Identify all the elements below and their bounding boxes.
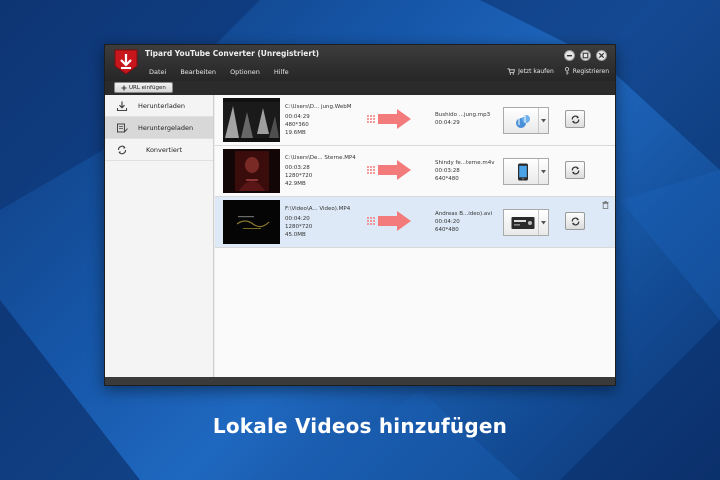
iphone-icon	[518, 163, 528, 181]
header-links: Jetzt kaufen Registrieren	[507, 67, 609, 75]
file-row[interactable]: C:\Users\De... Sterne.MP4 00:03:28 1280*…	[215, 146, 615, 197]
refresh-icon	[571, 115, 579, 123]
output-format-selector[interactable]	[503, 107, 549, 134]
download-icon	[116, 101, 128, 112]
sidebar-item-label: Herunterladen	[138, 102, 186, 110]
converted-icon	[117, 145, 127, 155]
caption-heading: Lokale Videos hinzufügen	[212, 414, 508, 438]
source-info: C:\Users\D... jung.WebM 00:04:29 480*360…	[285, 103, 352, 137]
file-list: C:\Users\D... jung.WebM 00:04:29 480*360…	[215, 95, 615, 377]
refresh-icon	[571, 217, 579, 225]
target-info: Bushido ...jung.mp3 00:04:29	[435, 111, 490, 127]
close-button[interactable]	[596, 50, 607, 61]
convert-arrow-icon	[367, 160, 411, 180]
file-row[interactable]: C:\Users\D... jung.WebM 00:04:29 480*360…	[215, 95, 615, 146]
menu-hilfe[interactable]: Hilfe	[274, 68, 289, 76]
chevron-down-icon	[541, 118, 546, 122]
app-window: Tipard YouTube Converter (Unregistriert)…	[104, 44, 616, 386]
source-filename: F:\Video\A... Video).MP4	[285, 206, 351, 212]
window-title: Tipard YouTube Converter (Unregistriert)	[145, 49, 320, 58]
target-filename: Shindy fe...terne.m4v	[435, 160, 495, 166]
maximize-icon	[582, 52, 589, 59]
source-filename: C:\Users\De... Sterne.MP4	[285, 155, 356, 161]
app-logo-icon	[114, 49, 138, 75]
source-duration: 00:04:29	[285, 114, 310, 120]
format-dropdown-button[interactable]	[538, 108, 548, 133]
minimize-icon	[567, 55, 572, 57]
status-bar	[105, 377, 615, 385]
convert-button[interactable]	[565, 212, 585, 230]
target-filename: Bushido ...jung.mp3	[435, 112, 491, 118]
register-label: Registrieren	[572, 67, 609, 75]
target-duration: 00:04:29	[435, 120, 460, 126]
convert-button[interactable]	[565, 110, 585, 128]
plus-icon	[121, 85, 127, 90]
convert-button[interactable]	[565, 161, 585, 179]
convert-arrow-icon	[367, 211, 411, 231]
target-info: Andreas B...ideo).avi 00:04:20 640*480	[435, 210, 492, 234]
source-info: C:\Users\De... Sterne.MP4 00:03:28 1280*…	[285, 154, 356, 188]
buy-now-label: Jetzt kaufen	[518, 67, 554, 75]
output-format-selector[interactable]	[503, 158, 549, 185]
maximize-button[interactable]	[580, 50, 591, 61]
chevron-down-icon	[541, 169, 546, 173]
sidebar-item-herunterladen[interactable]: Herunterladen	[105, 95, 213, 117]
target-resolution: 640*480	[435, 176, 459, 182]
target-filename: Andreas B...ideo).avi	[435, 211, 493, 217]
file-row[interactable]: F:\Video\A... Video).MP4 00:04:20 1280*7…	[215, 197, 615, 248]
target-duration: 00:04:20	[435, 219, 460, 225]
sidebar-item-label: Heruntergeladen	[138, 124, 194, 132]
paste-url-label: URL einfügen	[129, 84, 166, 91]
source-resolution: 1280*720	[285, 224, 313, 230]
source-duration: 00:04:20	[285, 216, 310, 222]
window-controls	[564, 50, 607, 61]
convert-arrow-icon	[367, 109, 411, 129]
menu-bar: Datei Bearbeiten Optionen Hilfe	[149, 68, 289, 76]
refresh-icon	[571, 166, 579, 174]
music-icon	[516, 115, 530, 128]
menu-optionen[interactable]: Optionen	[230, 68, 260, 76]
source-resolution: 1280*720	[285, 173, 313, 179]
chevron-down-icon	[541, 220, 546, 224]
close-icon	[598, 52, 605, 59]
sidebar-item-heruntergeladen[interactable]: Heruntergeladen	[105, 117, 213, 139]
source-size: 45.0MB	[285, 232, 306, 238]
sidebar-item-label: Konvertiert	[146, 146, 183, 154]
format-dropdown-button[interactable]	[538, 159, 548, 184]
sidebar-item-konvertiert[interactable]: Konvertiert	[105, 139, 213, 161]
dvd-player-icon	[511, 217, 535, 229]
menu-datei[interactable]: Datei	[149, 68, 166, 76]
target-duration: 00:03:28	[435, 168, 460, 174]
target-resolution: 640*480	[435, 227, 459, 233]
format-dropdown-button[interactable]	[538, 210, 548, 235]
title-bar: Tipard YouTube Converter (Unregistriert)…	[105, 45, 615, 81]
target-info: Shindy fe...terne.m4v 00:03:28 640*480	[435, 159, 495, 183]
source-resolution: 480*360	[285, 122, 309, 128]
source-size: 19.6MB	[285, 130, 306, 136]
downloaded-icon	[117, 123, 128, 133]
toolbar: URL einfügen	[105, 81, 615, 95]
video-thumbnail	[223, 200, 280, 244]
trash-icon[interactable]	[602, 201, 609, 209]
cart-icon	[507, 67, 516, 75]
buy-now-link[interactable]: Jetzt kaufen	[507, 68, 554, 75]
source-size: 42.9MB	[285, 181, 306, 187]
source-info: F:\Video\A... Video).MP4 00:04:20 1280*7…	[285, 205, 350, 239]
minimize-button[interactable]	[564, 50, 575, 61]
output-format-selector[interactable]	[503, 209, 549, 236]
video-thumbnail	[223, 98, 280, 142]
menu-bearbeiten[interactable]: Bearbeiten	[180, 68, 216, 76]
source-filename: C:\Users\D... jung.WebM	[285, 104, 352, 110]
paste-url-button[interactable]: URL einfügen	[114, 82, 173, 93]
register-link[interactable]: Registrieren	[564, 67, 609, 75]
video-thumbnail	[223, 149, 280, 193]
source-duration: 00:03:28	[285, 165, 310, 171]
sidebar: Herunterladen Heruntergeladen Konvertier…	[105, 95, 214, 377]
key-icon	[564, 67, 569, 75]
